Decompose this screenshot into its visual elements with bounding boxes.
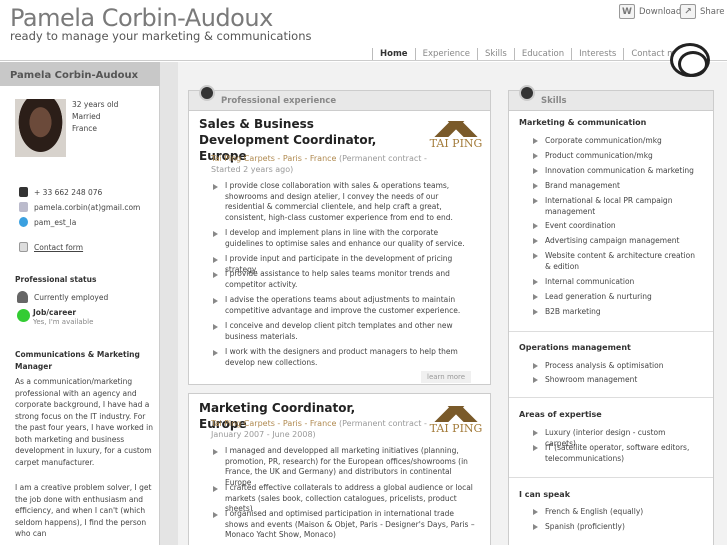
bullet-dot-icon xyxy=(199,85,215,101)
skills-group-title: I can speak xyxy=(519,490,571,499)
list-item: International & local PR campaign manage… xyxy=(533,196,695,217)
list-item: I work with the designers and product ma… xyxy=(213,347,475,368)
email[interactable]: pamela.corbin(at)gmail.com xyxy=(19,202,140,212)
contact-form-link[interactable]: Contact form xyxy=(19,242,83,252)
experience-header: Professional experience xyxy=(189,85,490,111)
phone-icon xyxy=(19,187,28,197)
form-icon xyxy=(19,242,28,252)
list-item: French & English (equally) xyxy=(533,507,695,518)
site-tagline: ready to manage your marketing & communi… xyxy=(10,29,312,43)
phone: + 33 662 248 076 xyxy=(19,187,102,197)
share-arrow-icon: ↗ xyxy=(680,4,696,19)
list-item: B2B marketing xyxy=(533,307,695,318)
list-item: Spanish (proficiently) xyxy=(533,522,695,533)
skills-group-title: Marketing & communication xyxy=(519,118,647,127)
logo-circle-icon xyxy=(670,43,710,77)
nav-skills[interactable]: Skills xyxy=(476,48,514,60)
list-item: Advertising campaign management xyxy=(533,236,695,247)
main-nav: Home Experience Skills Education Interes… xyxy=(372,48,689,60)
sidebar-shadow xyxy=(160,62,178,545)
tai-ping-logo: TAI PING xyxy=(429,406,483,436)
comm-title: Communications & Marketing Manager xyxy=(15,350,140,371)
list-item: I advise the operations teams about adju… xyxy=(213,295,475,316)
sidebar-header: Pamela Corbin-Audoux xyxy=(0,62,160,86)
list-item: IT (satellite operator, software editors… xyxy=(533,443,695,464)
nav-interests[interactable]: Interests xyxy=(571,48,623,60)
avatar xyxy=(15,99,66,157)
nav-experience[interactable]: Experience xyxy=(414,48,477,60)
job-company: Tai Ping Carpets - Paris - France (Perma… xyxy=(211,154,427,174)
user-icon xyxy=(17,291,28,303)
list-item: Internal communication xyxy=(533,277,695,288)
skype[interactable]: pam_est_la xyxy=(19,217,76,227)
nav-home[interactable]: Home xyxy=(372,48,415,60)
bullet-dot-icon xyxy=(519,85,535,101)
skills-group-title: Operations management xyxy=(519,343,631,352)
skype-icon xyxy=(19,217,28,227)
list-item: Showroom management xyxy=(533,375,695,386)
experience-panel-2: Marketing Coordinator, Europe TAI PING T… xyxy=(188,393,491,545)
list-item: I develop and implement plans in line wi… xyxy=(213,228,475,249)
experience-panel-1: Professional experience Sales & Business… xyxy=(188,85,491,385)
site-title: Pamela Corbin-Audoux xyxy=(10,4,273,32)
about-paragraph-2: I am a creative problem solver, I get th… xyxy=(15,483,152,538)
list-item: Process analysis & optimisation xyxy=(533,361,695,372)
nav-education[interactable]: Education xyxy=(513,48,571,60)
job-career-title: Job/career xyxy=(33,308,77,317)
list-item: I managed and developped all marketing i… xyxy=(213,446,475,488)
divider xyxy=(509,331,713,332)
email-icon xyxy=(19,202,28,212)
list-item: Event coordination xyxy=(533,221,695,232)
job-career-value: Yes, I'm available xyxy=(33,318,94,326)
header-divider xyxy=(0,60,727,61)
download-button[interactable]: W Download xyxy=(619,4,681,19)
learn-more-button[interactable]: learn more xyxy=(421,371,472,383)
skills-header: Skills xyxy=(509,85,713,111)
list-item: Brand management xyxy=(533,181,695,192)
list-item: Lead generation & nurturing xyxy=(533,292,695,303)
employment-status: Currently employed xyxy=(17,291,108,303)
list-item: Product communication/mkg xyxy=(533,151,695,162)
personal-info: 32 years old Married France xyxy=(72,100,119,133)
list-item: Innovation communication & marketing xyxy=(533,166,694,175)
skills-panel: Skills Marketing & communication Corpora… xyxy=(508,85,714,545)
divider xyxy=(509,477,713,478)
list-item: I provide close collaboration with sales… xyxy=(213,181,475,223)
list-item: Corporate communication/mkg xyxy=(533,136,695,147)
prof-status-title: Professional status xyxy=(15,275,97,284)
skills-group-title: Areas of expertise xyxy=(519,410,602,419)
list-item: I conceive and develop client pitch temp… xyxy=(213,321,475,342)
divider xyxy=(509,397,713,398)
word-icon: W xyxy=(619,4,635,19)
list-item: I provide assistance to help sales teams… xyxy=(213,269,475,290)
list-item: I organised and optimised participation … xyxy=(213,509,475,539)
list-item: Website content & architecture creation … xyxy=(533,251,695,271)
share-button[interactable]: ↗ Share xyxy=(680,4,725,19)
about-paragraph-1: As a communication/marketing professiona… xyxy=(15,377,153,467)
check-icon xyxy=(17,309,30,322)
job-company: Tai Ping Carpets - Paris - France (Perma… xyxy=(211,419,427,439)
tai-ping-logo: TAI PING xyxy=(429,121,483,151)
